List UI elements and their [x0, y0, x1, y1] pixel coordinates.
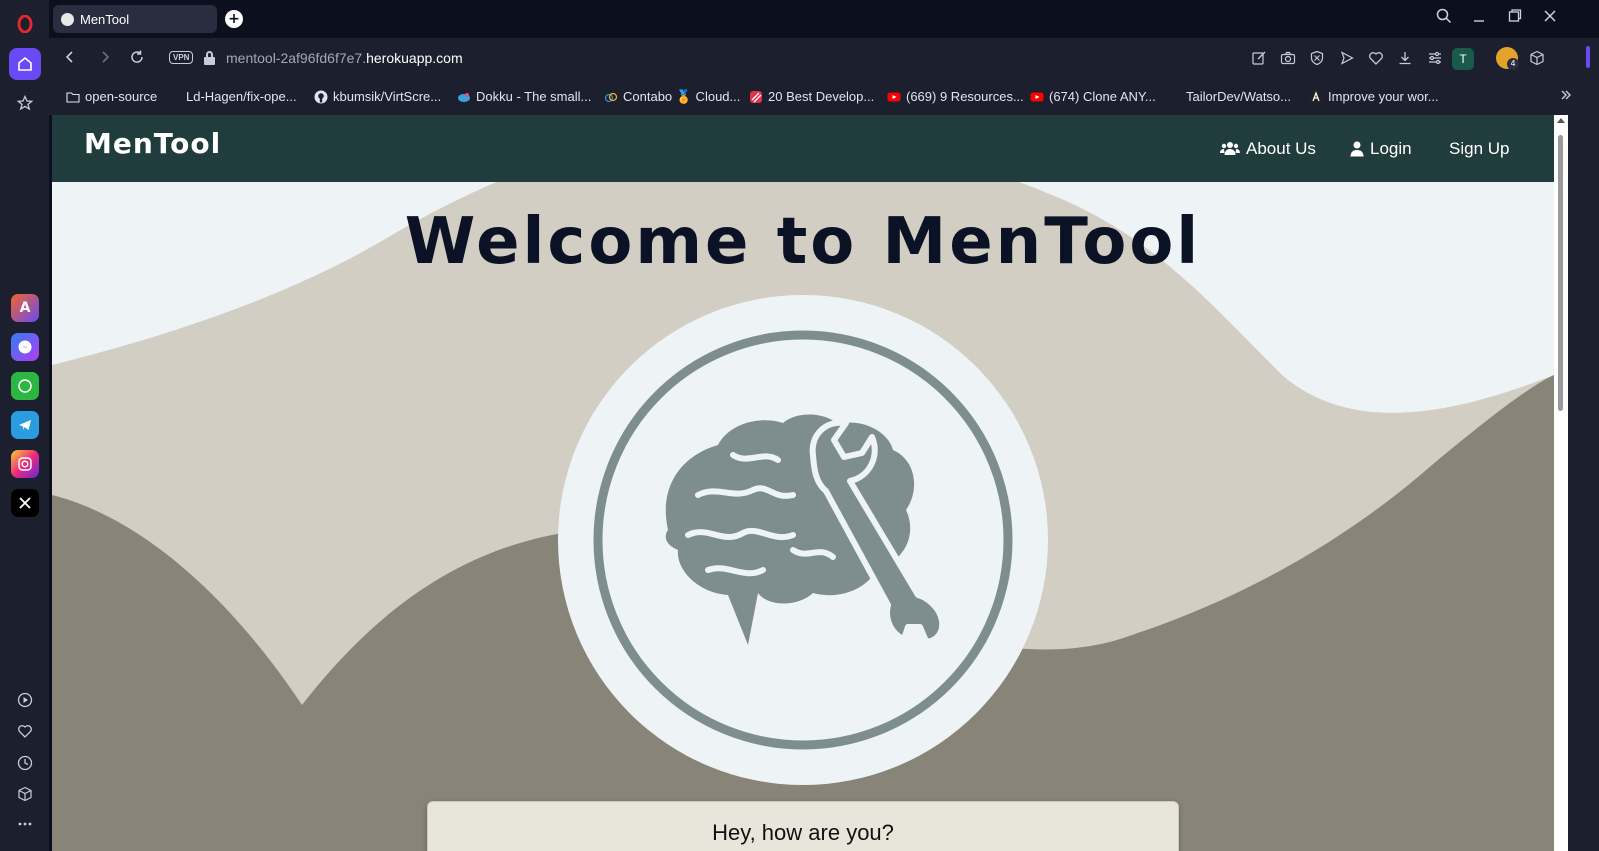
hero-title: Welcome to MenTool: [404, 205, 1202, 279]
bookmark-label: (674) Clone ANY...: [1049, 89, 1156, 104]
bookmarks-bar: open-source Ld-Hagen/fix-ope... kbumsik/…: [49, 80, 1599, 115]
youtube-icon: [1030, 92, 1044, 101]
bookmark-label: kbumsik/VirtScre...: [333, 89, 442, 104]
bookmark-item[interactable]: Dokku - The small...: [457, 89, 591, 104]
page-scrollbar[interactable]: [1554, 115, 1568, 851]
bookmark-label: Contabo 🏅 Cloud...: [623, 89, 741, 104]
reload-icon[interactable]: [129, 49, 145, 69]
url-domain: herokuapp.com: [366, 50, 463, 66]
tag-icon: [750, 90, 762, 103]
download-icon[interactable]: [1397, 50, 1413, 70]
user-icon: [1350, 141, 1364, 157]
bookmark-item[interactable]: Improve your wor...: [1309, 89, 1439, 104]
camera-icon[interactable]: [1280, 50, 1296, 70]
instagram-icon[interactable]: [11, 450, 39, 478]
search-icon[interactable]: [1436, 8, 1452, 28]
close-icon[interactable]: [1543, 8, 1557, 28]
bookmark-label: Ld-Hagen/fix-ope...: [186, 89, 297, 104]
address-toolbar: VPN mentool-2af96fd6f7e7.herokuapp.com T…: [49, 38, 1599, 80]
bookmark-item[interactable]: open-source: [66, 89, 157, 104]
double-chevron-right-icon[interactable]: [1559, 87, 1573, 106]
send-icon[interactable]: [1339, 50, 1355, 70]
home-icon[interactable]: [9, 48, 41, 80]
greeting-card: Hey, how are you?: [427, 801, 1179, 851]
brain-wrench-logo-icon: [593, 330, 1013, 750]
tab-bar: MenTool +: [49, 0, 1599, 38]
dokku-icon: [458, 92, 470, 102]
vpn-badge[interactable]: VPN: [169, 51, 194, 64]
nav-login-label: Login: [1370, 139, 1412, 158]
cloud-icon: [604, 92, 618, 103]
users-icon: [1220, 142, 1240, 155]
bookmark-item[interactable]: Ld-Hagen/fix-ope...: [186, 89, 297, 104]
bookmark-item[interactable]: Contabo 🏅 Cloud...: [604, 89, 740, 105]
star-icon[interactable]: [9, 87, 41, 119]
app-icon: [1309, 90, 1323, 103]
browser-sidebar: A: [0, 0, 49, 851]
scrollbar-thumb[interactable]: [1558, 135, 1563, 411]
bookmark-label: Dokku - The small...: [476, 89, 592, 104]
bookmark-item[interactable]: kbumsik/VirtScre...: [314, 89, 441, 104]
nav-about-us[interactable]: About Us: [1220, 139, 1316, 159]
site-brand[interactable]: MenTool: [84, 127, 221, 160]
opera-logo-icon[interactable]: [9, 8, 41, 40]
card-title: Hey, how are you?: [712, 820, 894, 845]
nav-sign-up[interactable]: Sign Up: [1449, 139, 1509, 159]
bookmark-label: open-source: [85, 89, 158, 104]
more-icon[interactable]: [9, 808, 41, 840]
bookmark-label: 20 Best Develop...: [768, 89, 875, 104]
bookmark-item[interactable]: (669) 9 Resources...: [887, 89, 1024, 104]
nav-login[interactable]: Login: [1350, 139, 1412, 159]
page-viewport: MenTool About Us Login Sign Up Welcome t…: [52, 115, 1554, 851]
player-icon[interactable]: [9, 684, 41, 716]
edit-page-icon[interactable]: [1251, 50, 1267, 70]
forward-icon[interactable]: [98, 49, 112, 69]
aria-icon[interactable]: A: [11, 294, 39, 322]
sidebar-indicator: [1586, 46, 1590, 68]
x-twitter-icon[interactable]: [11, 489, 39, 517]
bookmark-item[interactable]: (674) Clone ANY...: [1030, 89, 1156, 104]
minimize-icon[interactable]: [1472, 8, 1486, 28]
profile-avatar[interactable]: T: [1452, 48, 1474, 70]
heart-icon[interactable]: [9, 715, 41, 747]
new-tab-button[interactable]: +: [225, 10, 243, 28]
browser-right-edge: [1568, 115, 1599, 851]
lock-icon[interactable]: [204, 51, 215, 65]
url-field[interactable]: mentool-2af96fd6f7e7.herokuapp.com: [226, 50, 463, 66]
telegram-icon[interactable]: [11, 411, 39, 439]
heart-icon[interactable]: [1368, 50, 1384, 70]
back-icon[interactable]: [63, 49, 77, 69]
cube-icon[interactable]: [1529, 50, 1545, 70]
nav-signup-label: Sign Up: [1449, 139, 1510, 158]
restore-icon[interactable]: [1508, 8, 1522, 28]
whatsapp-icon[interactable]: [11, 372, 39, 400]
bookmark-item[interactable]: TailorDev/Watso...: [1186, 89, 1291, 104]
shield-icon[interactable]: [1309, 50, 1325, 70]
bookmark-label: (669) 9 Resources...: [906, 89, 1024, 104]
youtube-icon: [887, 92, 901, 101]
history-icon[interactable]: [9, 747, 41, 779]
bookmark-label: TailorDev/Watso...: [1186, 89, 1291, 104]
bookmark-item[interactable]: 20 Best Develop...: [749, 89, 874, 104]
folder-icon: [66, 91, 80, 103]
tab-title: MenTool: [80, 11, 130, 27]
github-icon: [314, 90, 328, 103]
bookmark-label: Improve your wor...: [1328, 89, 1439, 104]
extension-badge: 4: [1507, 58, 1519, 70]
messenger-icon[interactable]: [11, 333, 39, 361]
globe-icon: [61, 12, 74, 26]
site-navbar: MenTool About Us Login Sign Up: [52, 115, 1554, 182]
nav-about-label: About Us: [1246, 139, 1316, 158]
easy-setup-icon[interactable]: [1427, 50, 1443, 70]
tab-mentool[interactable]: MenTool: [53, 5, 217, 33]
extensions-cube-icon[interactable]: [9, 778, 41, 810]
scroll-up-icon[interactable]: [1557, 118, 1565, 123]
url-prefix: mentool-2af96fd6f7e7.: [226, 50, 367, 66]
